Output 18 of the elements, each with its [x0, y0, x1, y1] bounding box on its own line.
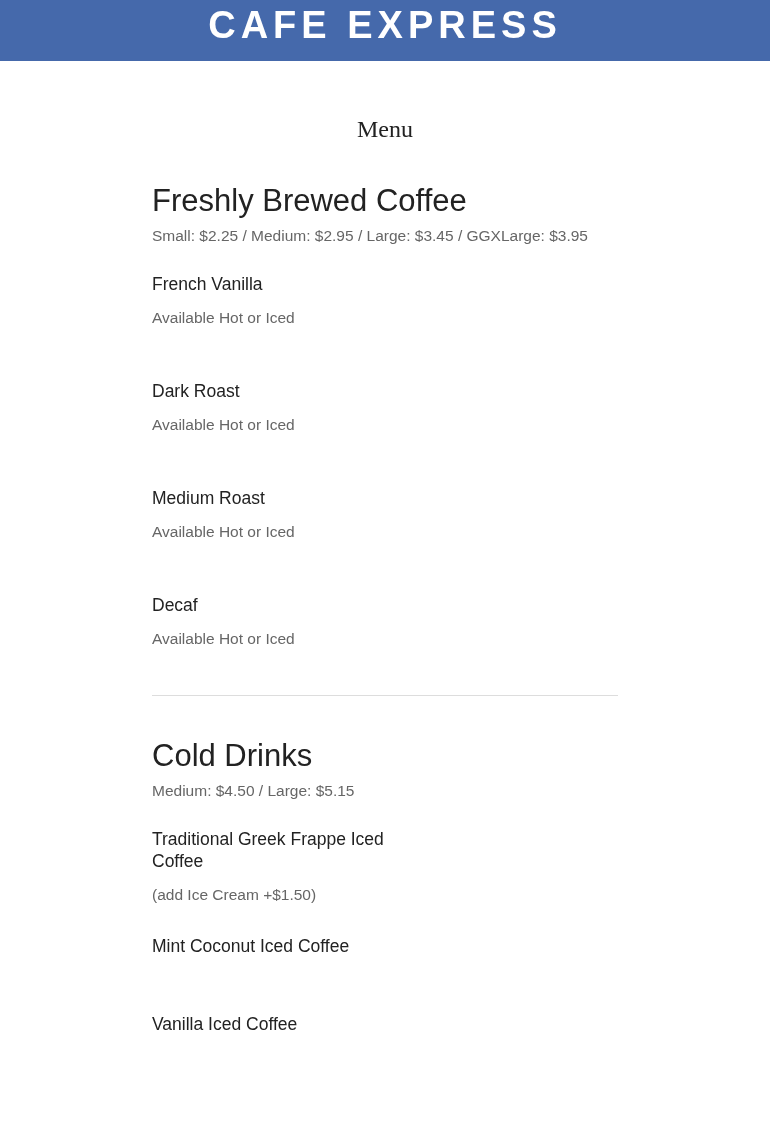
- menu-item-name: Traditional Greek Frappe Iced Coffee: [152, 828, 385, 872]
- menu-item-name: Medium Roast: [152, 487, 266, 509]
- section-title: Cold Drinks: [152, 737, 314, 775]
- price-list: Medium: $4.50 / Large: $5.15: [152, 780, 618, 802]
- page-title: Menu: [356, 117, 414, 141]
- menu-item-note: Available Hot or Iced: [152, 629, 296, 649]
- menu-item-name: Vanilla Iced Coffee: [152, 1013, 299, 1035]
- menu-item-note: (add Ice Cream +$1.50): [152, 885, 318, 905]
- menu-item-note: Available Hot or Iced: [152, 522, 296, 542]
- menu-item-name: Dark Roast: [152, 380, 241, 402]
- menu-item-note: Available Hot or Iced: [152, 415, 296, 435]
- menu-item-name: Mint Coconut Iced Coffee: [152, 935, 351, 957]
- site-title[interactable]: CAFE EXPRESS: [208, 6, 562, 44]
- menu-item-name: French Vanilla: [152, 273, 264, 295]
- price-list: Small: $2.25 / Medium: $2.95 / Large: $3.45 / GGXLarge: $3.95: [152, 225, 618, 247]
- menu-item-name: Decaf: [152, 594, 199, 616]
- section-title: Freshly Brewed Coffee: [152, 182, 468, 220]
- menu-item-note: Available Hot or Iced: [152, 308, 296, 328]
